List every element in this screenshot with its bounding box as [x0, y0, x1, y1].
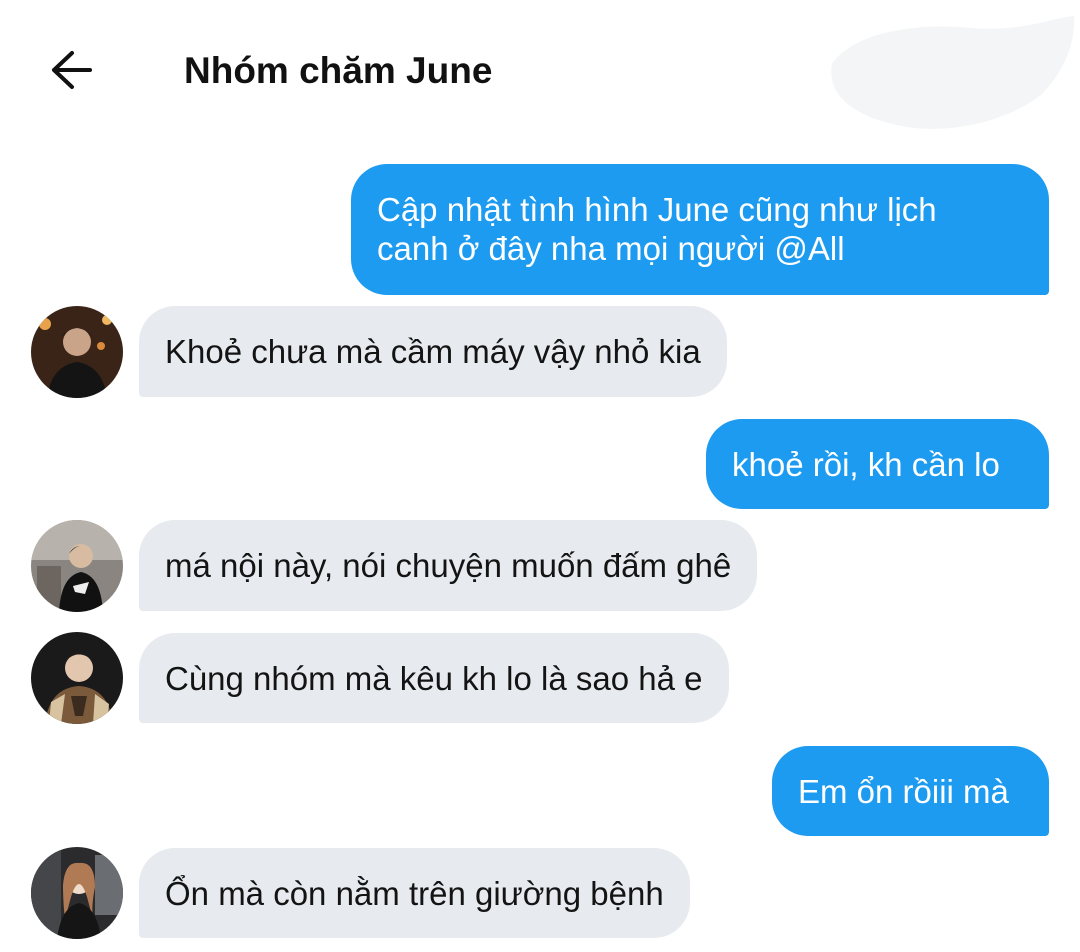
message-bubble-incoming[interactable]: Khoẻ chưa mà cầm máy vậy nhỏ kia: [139, 306, 727, 397]
message-text: Ổn mà còn nằm trên giường bệnh: [165, 875, 664, 912]
message-text: Khoẻ chưa mà cầm máy vậy nhỏ kia: [165, 333, 701, 370]
message-bubble-incoming[interactable]: Cùng nhóm mà kêu kh lo là sao hả e: [139, 633, 729, 723]
message-line: Cập nhật tình hình June cũng như lịch: [377, 191, 937, 228]
avatar[interactable]: [31, 520, 123, 612]
message-bubble-incoming[interactable]: má nội này, nói chuyện muốn đấm ghê: [139, 520, 758, 611]
avatar[interactable]: [31, 847, 123, 939]
message-text: Cùng nhóm mà kêu kh lo là sao hả e: [165, 660, 703, 697]
message-thread: Cập nhật tình hình June cũng như lịch ca…: [0, 0, 1080, 952]
message-text: má nội này, nói chuyện muốn đấm ghê: [165, 547, 732, 584]
message-line: canh ở đây nha mọi người @All: [377, 230, 845, 267]
message-bubble-outgoing[interactable]: Cập nhật tình hình June cũng như lịch ca…: [351, 164, 1049, 295]
message-bubble-incoming[interactable]: Ổn mà còn nằm trên giường bệnh: [139, 848, 690, 938]
message-bubble-outgoing[interactable]: khoẻ rồi, kh cần lo: [706, 419, 1049, 509]
message-text: Em ổn rồiii mà: [798, 773, 1009, 810]
message-text: khoẻ rồi, kh cần lo: [732, 446, 1000, 483]
avatar[interactable]: [31, 306, 123, 398]
message-bubble-outgoing[interactable]: Em ổn rồiii mà: [772, 746, 1049, 836]
avatar[interactable]: [31, 632, 123, 724]
